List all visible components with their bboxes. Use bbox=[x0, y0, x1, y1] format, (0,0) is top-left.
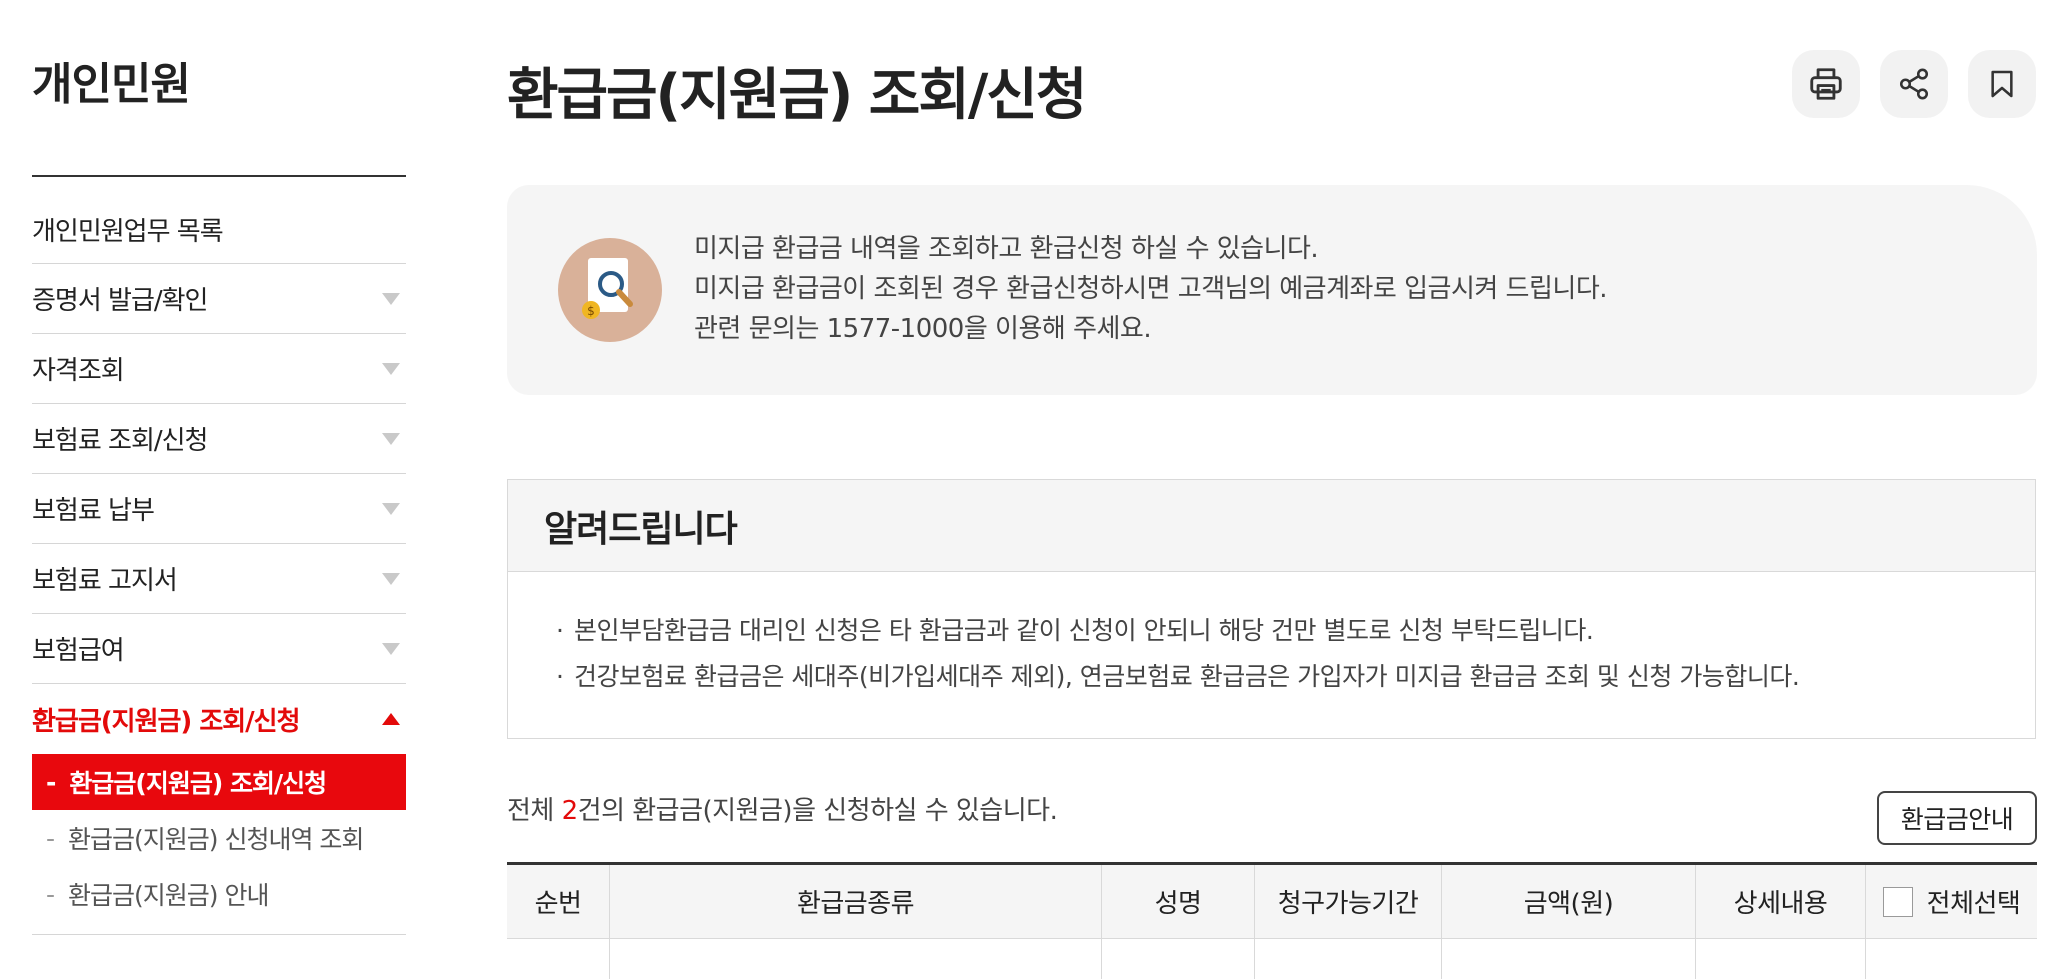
notice-item: 본인부담환급금 대리인 신청은 타 환급금과 같이 신청이 안되니 해당 건만 … bbox=[556, 608, 2035, 654]
column-header-amount: 금액(원) bbox=[1442, 865, 1696, 938]
notice-title: 알려드립니다 bbox=[508, 480, 2035, 572]
chevron-down-icon bbox=[382, 642, 400, 655]
chevron-up-icon bbox=[382, 713, 400, 725]
sidebar-item-certificates[interactable]: 증명서 발급/확인 bbox=[32, 264, 406, 334]
table-cell bbox=[1442, 939, 1696, 979]
sidebar-item-premium-inquiry[interactable]: 보험료 조회/신청 bbox=[32, 404, 406, 474]
table-cell bbox=[1255, 939, 1442, 979]
sidebar-subitem-label: 환급금(지원금) 신청내역 조회 bbox=[68, 825, 364, 854]
refund-guide-button[interactable]: 환급금안내 bbox=[1877, 791, 2037, 845]
sidebar-submenu: - 환급금(지원금) 조회/신청 - 환급금(지원금) 신청내역 조회 - 환급… bbox=[32, 754, 406, 922]
column-header-details: 상세내용 bbox=[1696, 865, 1866, 938]
sidebar-item-label: 환급금(지원금) 조회/신청 bbox=[32, 706, 301, 737]
dash-marker: - bbox=[46, 767, 56, 797]
dash-marker: - bbox=[46, 823, 55, 853]
share-button[interactable] bbox=[1880, 50, 1948, 118]
table-header-row: 순번 환급금종류 성명 청구가능기간 금액(원) 상세내용 전체선택 bbox=[507, 862, 2037, 939]
sidebar-divider bbox=[32, 175, 406, 177]
intro-panel: $ 미지급 환급금 내역을 조회하고 환급신청 하실 수 있습니다. 미지급 환… bbox=[507, 185, 2037, 395]
summary-suffix: 건의 환급금(지원금)을 신청하실 수 있습니다. bbox=[577, 796, 1058, 826]
sidebar-bottom-divider bbox=[32, 934, 406, 935]
sidebar-subitem-refund-inquiry[interactable]: - 환급금(지원금) 조회/신청 bbox=[32, 754, 406, 810]
chevron-down-icon bbox=[382, 432, 400, 445]
sidebar-item-service-list[interactable]: 개인민원업무 목록 bbox=[32, 195, 406, 264]
bookmark-icon bbox=[1991, 70, 2013, 98]
page-title: 환급금(지원금) 조회/신청 bbox=[507, 63, 1087, 128]
table-cell bbox=[507, 939, 610, 979]
sidebar-item-label: 개인민원업무 목록 bbox=[32, 216, 224, 247]
chevron-down-icon bbox=[382, 292, 400, 305]
svg-text:$: $ bbox=[587, 304, 595, 318]
intro-text: 미지급 환급금 내역을 조회하고 환급신청 하실 수 있습니다. 미지급 환급금… bbox=[694, 229, 1608, 349]
print-button[interactable] bbox=[1792, 50, 1860, 118]
intro-line: 미지급 환급금이 조회된 경우 환급신청하시면 고객님의 예금계좌로 입금시켜 … bbox=[694, 274, 1608, 304]
intro-line: 관련 문의는 1577-1000을 이용해 주세요. bbox=[694, 314, 1152, 344]
column-header-no: 순번 bbox=[507, 865, 610, 938]
share-icon bbox=[1899, 68, 1929, 100]
table-row bbox=[507, 939, 2037, 979]
table-cell bbox=[1102, 939, 1255, 979]
column-header-refund-type: 환급금종류 bbox=[610, 865, 1102, 938]
sidebar-item-label: 보험료 고지서 bbox=[32, 566, 178, 596]
sidebar-item-label: 보험급여 bbox=[32, 636, 125, 666]
sidebar-subitem-label: 환급금(지원금) 조회/신청 bbox=[69, 769, 327, 798]
notice-box: 알려드립니다 본인부담환급금 대리인 신청은 타 환급금과 같이 신청이 안되니… bbox=[507, 479, 2036, 739]
intro-line: 미지급 환급금 내역을 조회하고 환급신청 하실 수 있습니다. bbox=[694, 234, 1319, 264]
sidebar-item-premium-payment[interactable]: 보험료 납부 bbox=[32, 474, 406, 544]
summary-prefix: 전체 bbox=[507, 796, 562, 826]
column-header-claim-period: 청구가능기간 bbox=[1255, 865, 1442, 938]
notice-list: 본인부담환급금 대리인 신청은 타 환급금과 같이 신청이 안되니 해당 건만 … bbox=[508, 572, 2035, 700]
refund-table: 순번 환급금종류 성명 청구가능기간 금액(원) 상세내용 전체선택 bbox=[507, 862, 2037, 979]
sidebar-item-premium-notice[interactable]: 보험료 고지서 bbox=[32, 544, 406, 614]
table-cell bbox=[610, 939, 1102, 979]
dash-marker: - bbox=[46, 879, 55, 909]
sidebar-item-refund[interactable]: 환급금(지원금) 조회/신청 bbox=[32, 684, 406, 754]
sidebar-title: 개인민원 bbox=[32, 59, 191, 110]
sidebar-item-label: 보험료 조회/신청 bbox=[32, 426, 208, 456]
select-all-checkbox[interactable] bbox=[1882, 886, 1913, 917]
sidebar-item-label: 증명서 발급/확인 bbox=[32, 286, 208, 316]
column-header-select-all: 전체선택 bbox=[1866, 865, 2037, 938]
sidebar-item-label: 자격조회 bbox=[32, 356, 125, 386]
sidebar-item-benefits[interactable]: 보험급여 bbox=[32, 614, 406, 684]
print-icon bbox=[1810, 68, 1842, 100]
table-cell bbox=[1866, 939, 2037, 979]
column-header-name: 성명 bbox=[1102, 865, 1255, 938]
document-search-icon: $ bbox=[558, 238, 662, 342]
sidebar-menu: 개인민원업무 목록 증명서 발급/확인 자격조회 보험료 조회/신청 보험료 납… bbox=[32, 195, 406, 935]
sidebar-subitem-refund-guide[interactable]: - 환급금(지원금) 안내 bbox=[32, 866, 406, 922]
notice-item: 건강보험료 환급금은 세대주(비가입세대주 제외), 연금보험료 환급금은 가입… bbox=[556, 654, 2035, 700]
sidebar-item-label: 보험료 납부 bbox=[32, 496, 155, 526]
table-cell bbox=[1696, 939, 1866, 979]
chevron-down-icon bbox=[382, 362, 400, 375]
sidebar-item-eligibility[interactable]: 자격조회 bbox=[32, 334, 406, 404]
sidebar-subitem-refund-history[interactable]: - 환급금(지원금) 신청내역 조회 bbox=[32, 810, 406, 866]
chevron-down-icon bbox=[382, 572, 400, 585]
refund-count-summary: 전체 2건의 환급금(지원금)을 신청하실 수 있습니다. bbox=[507, 790, 1058, 827]
bookmark-button[interactable] bbox=[1968, 50, 2036, 118]
refund-count: 2 bbox=[561, 796, 579, 826]
chevron-down-icon bbox=[382, 502, 400, 515]
sidebar-subitem-label: 환급금(지원금) 안내 bbox=[68, 881, 269, 910]
select-all-label: 전체선택 bbox=[1926, 889, 2021, 919]
